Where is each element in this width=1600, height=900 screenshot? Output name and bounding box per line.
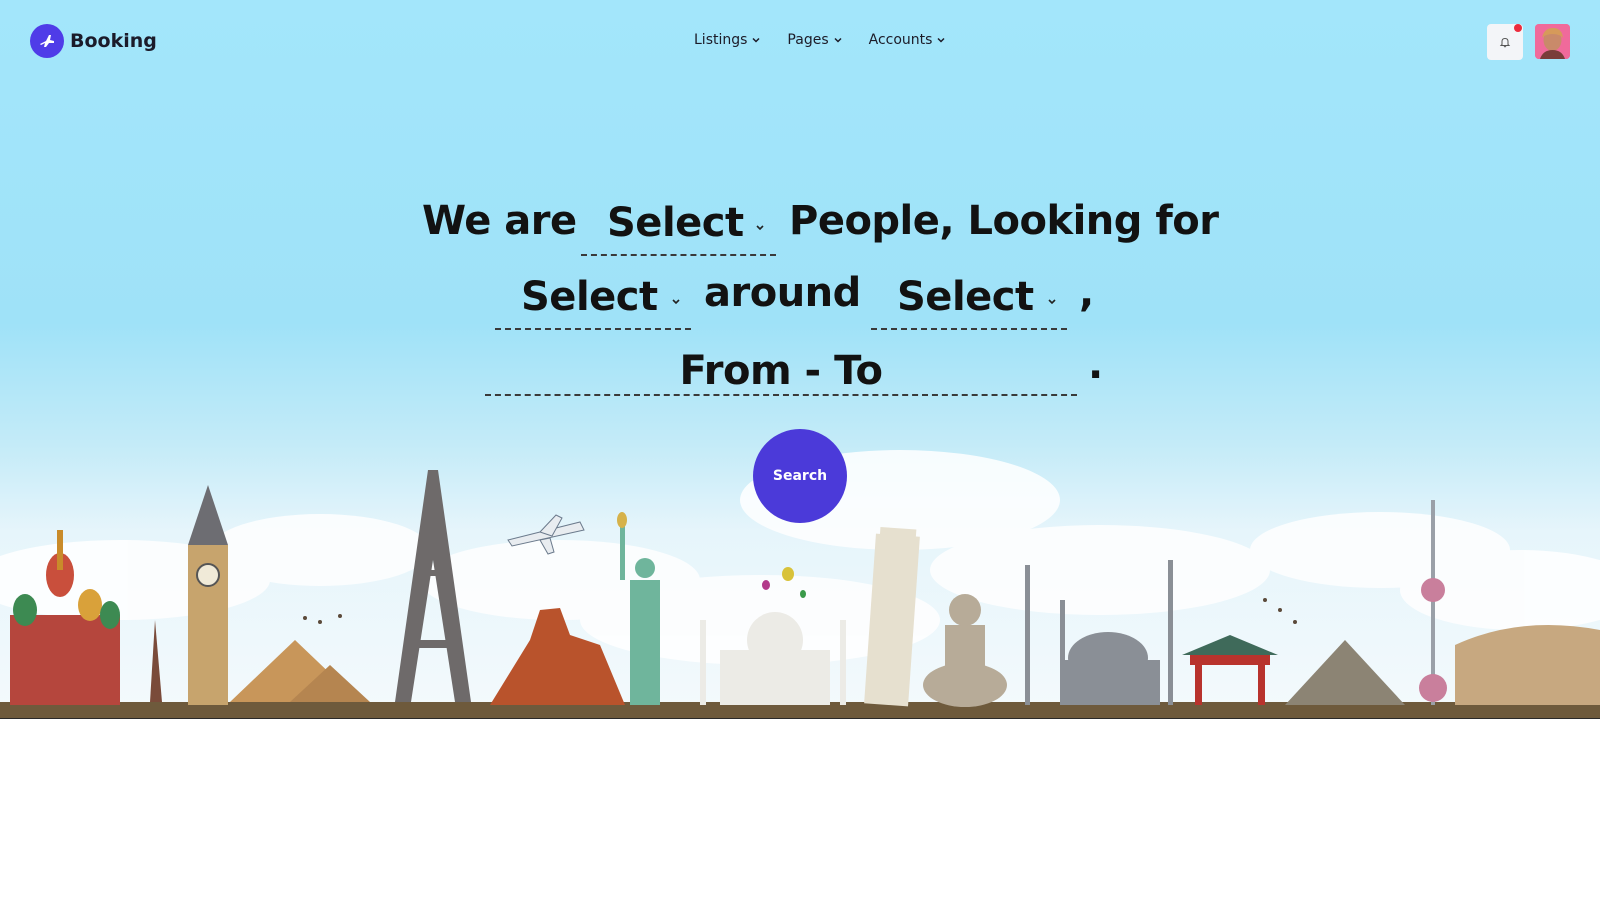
chevron-down-icon bbox=[672, 299, 680, 305]
nav-pages[interactable]: Pages bbox=[787, 32, 842, 48]
people-type-select[interactable]: Select bbox=[581, 198, 776, 256]
nav-listings-label: Listings bbox=[694, 32, 748, 48]
search-button[interactable]: Search bbox=[753, 429, 847, 523]
chevron-down-icon bbox=[756, 225, 764, 231]
avatar-photo bbox=[1535, 24, 1570, 59]
nav-listings[interactable]: Listings bbox=[694, 32, 761, 48]
looking-for-value: Select bbox=[521, 274, 658, 320]
sentence-comma: , bbox=[1079, 270, 1094, 316]
hero-section: Booking Listings Pages Accounts We are S… bbox=[0, 0, 1600, 718]
brand-logo[interactable]: Booking bbox=[30, 24, 157, 58]
location-select[interactable]: Select bbox=[871, 272, 1067, 330]
date-range-value: From - To bbox=[679, 348, 883, 394]
hero-divider bbox=[0, 718, 1600, 719]
chevron-down-icon bbox=[834, 37, 842, 43]
nav-pages-label: Pages bbox=[787, 32, 829, 48]
location-value: Select bbox=[897, 274, 1034, 320]
sentence-we-are: We are bbox=[422, 198, 577, 244]
sentence-period: . bbox=[1088, 342, 1103, 388]
brand-name: Booking bbox=[70, 30, 157, 52]
notification-dot bbox=[1514, 24, 1522, 32]
date-range-field[interactable]: From - To bbox=[485, 346, 1077, 396]
user-avatar[interactable] bbox=[1535, 24, 1570, 59]
nav-accounts[interactable]: Accounts bbox=[869, 32, 947, 48]
nav-accounts-label: Accounts bbox=[868, 32, 933, 48]
chevron-down-icon bbox=[937, 37, 945, 43]
notifications-button[interactable] bbox=[1487, 24, 1523, 60]
sentence-around: around bbox=[704, 270, 861, 316]
bell-icon bbox=[1499, 37, 1511, 48]
sentence-people-looking: People, Looking for bbox=[789, 198, 1219, 244]
chevron-down-icon bbox=[1048, 299, 1056, 305]
chevron-down-icon bbox=[752, 37, 760, 43]
people-type-value: Select bbox=[607, 200, 744, 246]
main-navigation: Listings Pages Accounts bbox=[694, 32, 946, 48]
looking-for-select[interactable]: Select bbox=[495, 272, 691, 330]
plane-logo-icon bbox=[30, 24, 64, 58]
